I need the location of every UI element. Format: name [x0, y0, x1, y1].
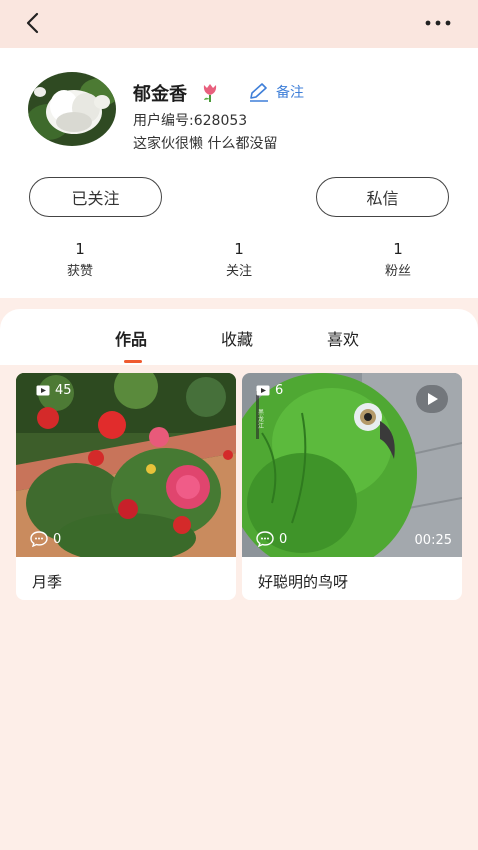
post-comments: 0: [30, 531, 61, 547]
video-views-icon: [36, 385, 50, 396]
stat-following[interactable]: 1 关注: [199, 240, 279, 279]
tab-favorites[interactable]: 收藏: [221, 326, 253, 350]
stat-following-label: 关注: [225, 264, 252, 279]
stat-following-value: 1: [234, 240, 244, 258]
top-bar: [0, 0, 478, 48]
edit-pencil-icon: [250, 83, 268, 102]
post-views: 6: [256, 383, 283, 398]
user-bio: 这家伙很懒 什么都没留: [133, 136, 278, 152]
post-title: 好聪明的鸟呀: [258, 573, 349, 591]
video-views-icon: [256, 385, 270, 396]
message-button[interactable]: 私信: [316, 177, 449, 217]
post-comments-count: 0: [53, 531, 62, 547]
stat-followers-value: 1: [393, 240, 403, 258]
back-arrow-icon[interactable]: [22, 10, 44, 36]
post-title: 月季: [32, 573, 63, 591]
stat-likes-value: 1: [75, 240, 85, 258]
content-tabs: 作品 收藏 喜欢: [0, 309, 478, 365]
following-button[interactable]: 已关注: [29, 177, 162, 217]
more-options-icon[interactable]: [424, 12, 452, 34]
post-thumbnail-roses: [16, 373, 236, 557]
comment-icon: [256, 531, 274, 547]
tab-likes[interactable]: 喜欢: [327, 326, 359, 350]
post-watermark: 黑龙江: [258, 409, 265, 430]
post-comments-count: 0: [279, 531, 288, 547]
video-duration: 00:25: [414, 533, 452, 548]
tulip-emoji-icon: [203, 84, 217, 102]
stat-likes-label: 获赞: [66, 264, 93, 279]
post-views: 45: [36, 383, 72, 398]
user-id: 用户编号:628053: [133, 113, 248, 129]
post-views-count: 45: [55, 383, 72, 398]
tab-works[interactable]: 作品: [115, 326, 147, 350]
play-icon[interactable]: [416, 385, 448, 413]
post-card[interactable]: 45 0 月季: [16, 373, 236, 600]
comment-icon: [30, 531, 48, 547]
stat-likes[interactable]: 1 获赞: [40, 240, 120, 279]
remark-label: 备注: [276, 85, 304, 101]
active-tab-indicator: [124, 360, 142, 363]
avatar[interactable]: [28, 72, 116, 146]
stat-followers-label: 粉丝: [384, 264, 411, 279]
profile-card: 郁金香 备注 用户编号:628053 这家伙很懒 什么都没留 已关注 私信 1 …: [0, 48, 478, 298]
post-comments: 0: [256, 531, 287, 547]
post-views-count: 6: [275, 383, 284, 398]
username: 郁金香: [133, 84, 187, 105]
remark-button[interactable]: 备注: [248, 81, 304, 103]
post-card[interactable]: 6 黑龙江 0 00:25 好聪明的鸟呀: [242, 373, 462, 600]
stat-followers[interactable]: 1 粉丝: [358, 240, 438, 279]
